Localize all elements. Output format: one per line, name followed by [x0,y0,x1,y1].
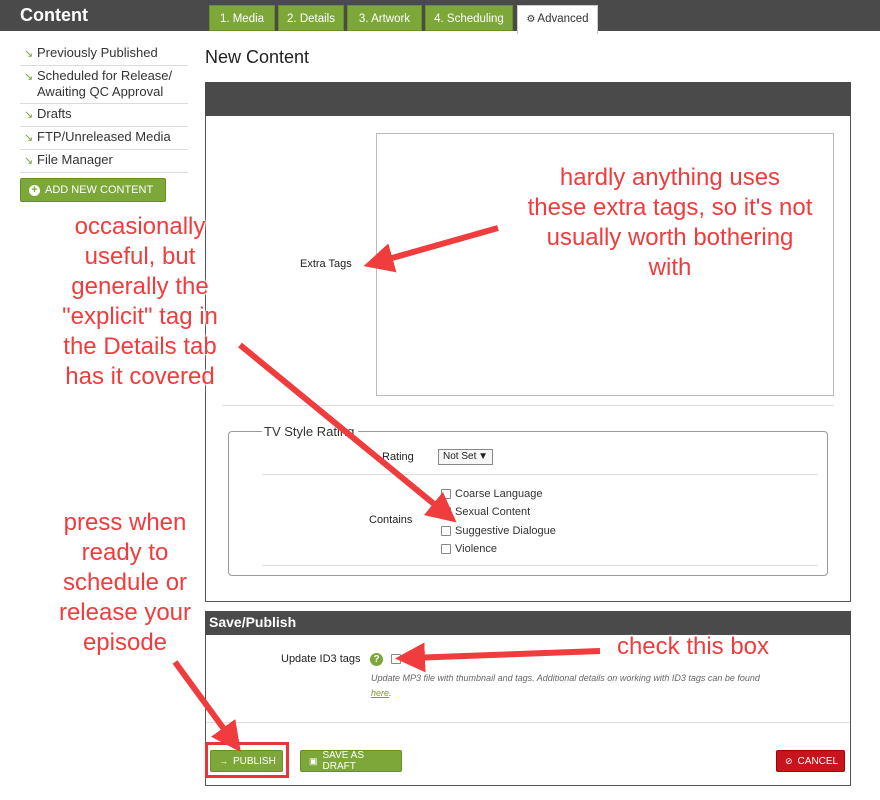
annotation-publish: press when ready to schedule or release … [58,509,192,656]
arrow-to-id3-checkbox [395,642,601,673]
annotation-check-box: check this box [616,633,770,660]
annotation-explicit-tag: occasionally useful, but generally the "… [62,213,218,390]
arrow-to-contains [238,342,457,523]
annotation-extra-tags: hardly anything uses these extra tags, s… [527,164,813,281]
arrow-to-extra-tags [363,225,499,273]
arrow-to-publish [172,660,241,753]
annotation-arrows [172,225,601,753]
